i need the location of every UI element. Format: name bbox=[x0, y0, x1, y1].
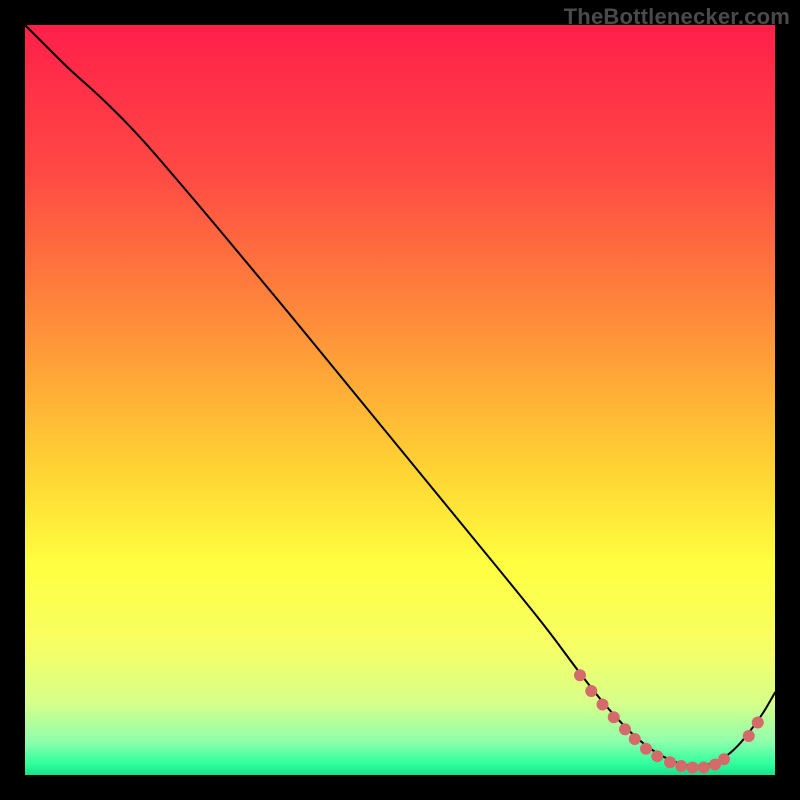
marker-dot bbox=[675, 760, 687, 772]
marker-dot bbox=[743, 730, 755, 742]
marker-dot bbox=[698, 762, 710, 774]
marker-dot bbox=[574, 669, 586, 681]
marker-dot bbox=[585, 685, 597, 697]
chart-stage: TheBottlenecker.com bbox=[0, 0, 800, 800]
marker-dot bbox=[619, 723, 631, 735]
marker-dot bbox=[664, 756, 676, 768]
marker-dot bbox=[651, 750, 663, 762]
marker-dot bbox=[718, 753, 730, 765]
marker-dot bbox=[687, 762, 699, 774]
plot-background bbox=[25, 25, 775, 775]
marker-dot bbox=[608, 711, 620, 723]
marker-dot bbox=[629, 733, 641, 745]
bottleneck-chart bbox=[0, 0, 800, 800]
marker-dot bbox=[597, 699, 609, 711]
marker-dot bbox=[640, 743, 652, 755]
marker-dot bbox=[752, 717, 764, 729]
